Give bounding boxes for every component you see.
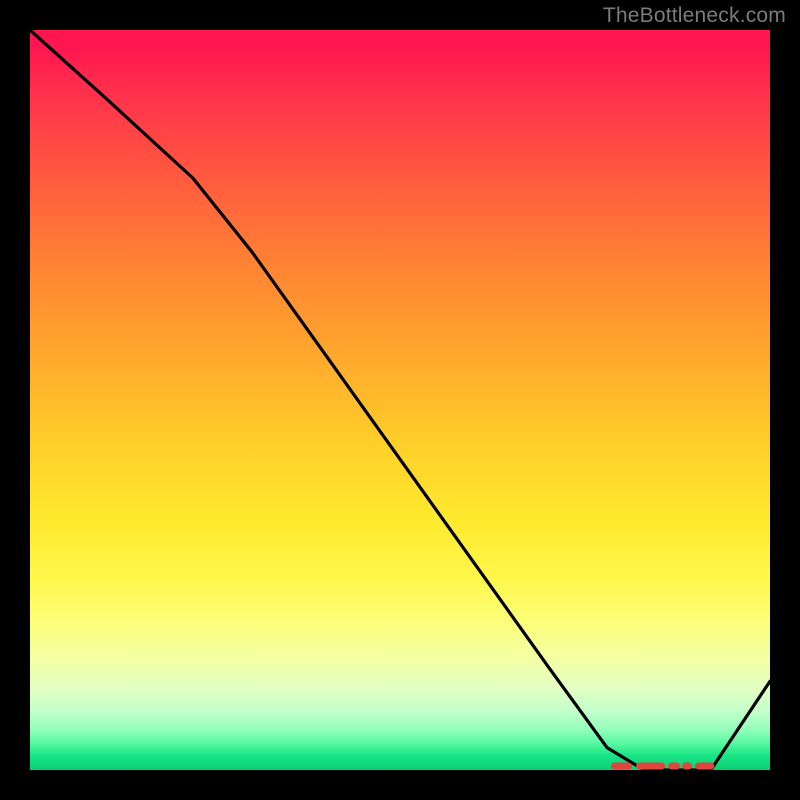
attribution-text: TheBottleneck.com — [603, 4, 786, 28]
bottleneck-curve — [30, 30, 770, 770]
chart-stage: TheBottleneck.com — [0, 0, 800, 800]
plot-frame — [30, 30, 770, 770]
chart-overlay — [30, 30, 770, 770]
